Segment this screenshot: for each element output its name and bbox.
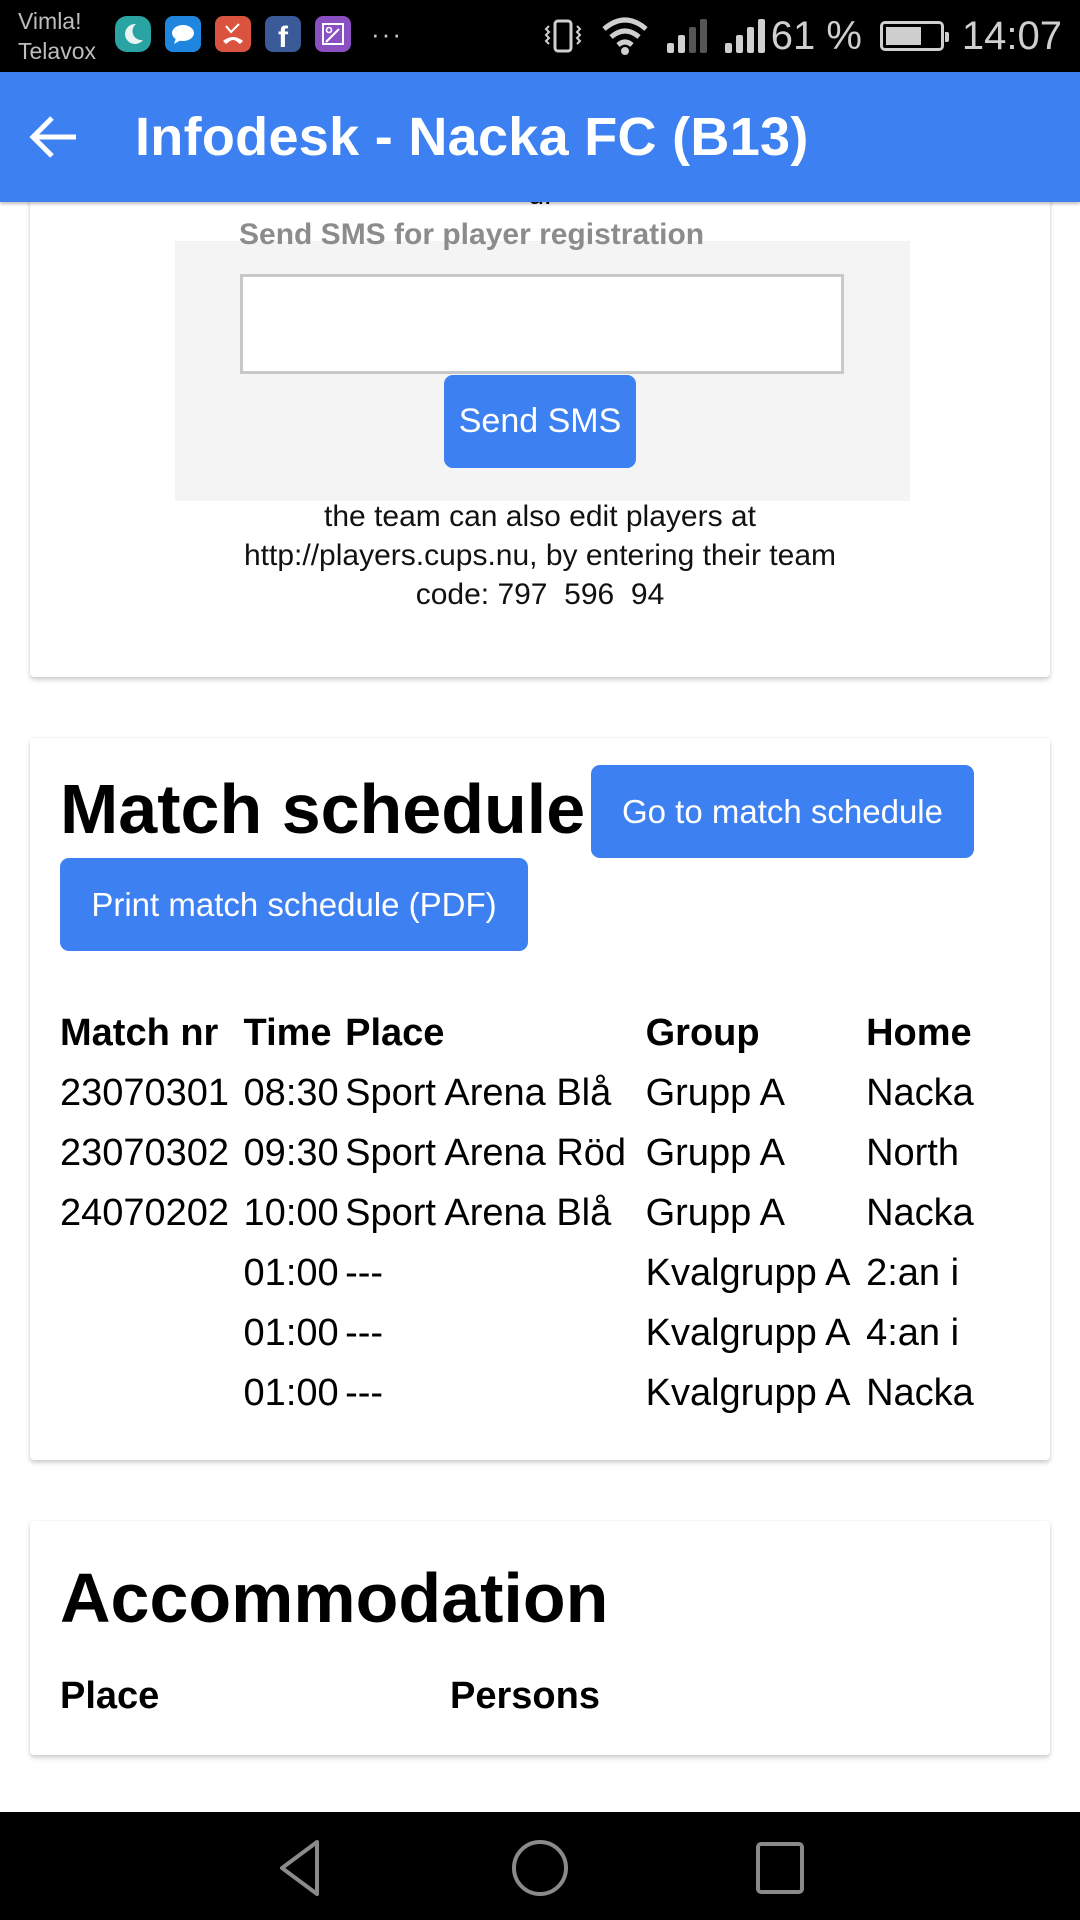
- clock: 14:07: [961, 13, 1062, 58]
- cell-home: Nacka: [866, 1192, 974, 1234]
- cell-home: North: [866, 1132, 959, 1174]
- accommodation-heading: Accommodation: [60, 1559, 609, 1637]
- table-row[interactable]: 23070302 09:30 Sport Arena Röd Grupp A North: [60, 1123, 1020, 1183]
- carrier-line1: Vimla!: [18, 8, 82, 34]
- note-line1: the team can also edit players at: [324, 500, 756, 533]
- cell-place: ---: [345, 1312, 384, 1354]
- signal-sim1-icon: [666, 19, 707, 53]
- cell-group: Grupp A: [645, 1192, 786, 1234]
- team-code: code: 797 596 94: [415, 578, 665, 611]
- match-schedule-heading: Match schedule: [60, 770, 586, 848]
- table-row[interactable]: 01:00 --- Kvalgrupp A Nacka: [60, 1363, 1020, 1423]
- table-row[interactable]: 23070301 08:30 Sport Arena Blå Grupp A Nacka: [60, 1063, 1020, 1123]
- battery-icon: [879, 21, 949, 51]
- status-bar: Vimla! Telavox f ··· 61 % 14:07: [0, 0, 1080, 72]
- go-to-match-schedule-button[interactable]: Go to match schedule: [591, 765, 974, 858]
- table-row[interactable]: 24070202 10:00 Sport Arena Blå Grupp A Nacka: [60, 1183, 1020, 1243]
- cell-place: Sport Arena Blå: [345, 1192, 612, 1234]
- match-schedule-table-scroll[interactable]: Match nr Time Place Group Home 23070301 0…: [60, 1003, 1020, 1423]
- cell-home: 2:an i: [866, 1252, 960, 1294]
- nav-recents-button[interactable]: [750, 1838, 810, 1898]
- messages-icon: [165, 16, 201, 52]
- cell-place: Sport Arena Blå: [345, 1072, 612, 1114]
- column-header-persons: Persons: [450, 1675, 600, 1717]
- system-nav-bar: [0, 1812, 1080, 1920]
- more-notifications-icon: ···: [371, 18, 403, 49]
- cell-time: 09:30: [243, 1132, 339, 1174]
- cell-group: Grupp A: [645, 1072, 786, 1114]
- cell-time: 10:00: [243, 1192, 339, 1234]
- column-header-group: Group: [645, 1012, 760, 1054]
- facebook-icon: f: [265, 16, 301, 54]
- phone-number-input[interactable]: [240, 274, 844, 374]
- battery-level: [885, 27, 922, 45]
- cell-match-nr: 24070202: [60, 1192, 230, 1234]
- nav-back-icon: [280, 1840, 319, 1896]
- table-row[interactable]: 01:00 --- Kvalgrupp A 2:an i: [60, 1243, 1020, 1303]
- column-header-match-nr: Match nr: [60, 1012, 219, 1054]
- notification-icons: f ···: [115, 16, 403, 54]
- cell-group: Grupp A: [645, 1132, 786, 1174]
- status-indicators: 61 % 14:07: [543, 10, 1062, 62]
- cell-place: ---: [345, 1252, 384, 1294]
- cell-home: Nacka: [866, 1072, 974, 1114]
- accommodation-card: Accommodation Place Persons: [30, 1521, 1050, 1755]
- cell-home: 4:an i: [866, 1312, 960, 1354]
- registration-card: g. Send SMS for player registration Send…: [30, 150, 1050, 677]
- cell-match-nr: [60, 1363, 244, 1423]
- sms-label: Send SMS for player registration: [239, 218, 705, 251]
- cell-home: Nacka: [866, 1372, 974, 1414]
- cell-group: Kvalgrupp A: [645, 1312, 851, 1354]
- cell-group: Kvalgrupp A: [645, 1252, 851, 1294]
- cell-place: ---: [345, 1372, 384, 1414]
- cell-match-nr: [60, 1303, 244, 1363]
- cell-match-nr: [60, 1243, 244, 1303]
- print-match-schedule-button[interactable]: Print match schedule (PDF): [60, 858, 528, 951]
- page-title: Infodesk - Nacka FC (B13): [135, 107, 809, 167]
- nav-back-button[interactable]: [270, 1838, 330, 1898]
- app-bar: Infodesk - Nacka FC (B13): [0, 72, 1080, 202]
- team-code-note: the team can also edit players at http:/…: [30, 497, 1050, 614]
- table-row[interactable]: 01:00 --- Kvalgrupp A 4:an i: [60, 1303, 1020, 1363]
- carrier-line2: Telavox: [18, 38, 96, 64]
- send-sms-button[interactable]: Send SMS: [444, 375, 636, 468]
- column-header-place: Place: [60, 1675, 160, 1717]
- cell-group: Kvalgrupp A: [645, 1372, 851, 1414]
- carrier-label: Vimla! Telavox: [18, 6, 96, 66]
- gallery-icon: [315, 16, 351, 52]
- nav-recents-icon: [756, 1842, 804, 1894]
- cell-place: Sport Arena Röd: [345, 1132, 627, 1174]
- cell-match-nr: 23070302: [60, 1132, 230, 1174]
- wifi-icon: [602, 17, 648, 55]
- nav-home-icon: [512, 1840, 568, 1896]
- cell-time: 01:00: [243, 1312, 339, 1354]
- nav-home-button[interactable]: [510, 1838, 570, 1898]
- signal-sim2-icon: [724, 19, 765, 53]
- vibrate-icon: [544, 19, 582, 53]
- back-button[interactable]: [22, 105, 86, 169]
- cell-time: 01:00: [243, 1252, 339, 1294]
- match-schedule-table: Match nr Time Place Group Home 23070301 0…: [60, 1003, 1020, 1423]
- table-header-row: Match nr Time Place Group Home: [60, 1003, 1020, 1063]
- players-link[interactable]: http://players.cups.nu, by entering thei…: [30, 536, 1050, 575]
- cell-time: 01:00: [243, 1372, 339, 1414]
- arrow-left-icon: [29, 116, 76, 158]
- cell-time: 08:30: [243, 1072, 339, 1114]
- column-header-home: Home: [866, 1012, 972, 1054]
- battery-percent: 61 %: [770, 13, 862, 58]
- match-schedule-card: Match schedule Go to match schedule Prin…: [30, 738, 1050, 1460]
- column-header-time: Time: [243, 1012, 332, 1054]
- missed-call-icon: [215, 16, 251, 52]
- moon-app-icon: [115, 16, 151, 52]
- column-header-place: Place: [345, 1012, 445, 1054]
- cell-match-nr: 23070301: [60, 1072, 230, 1114]
